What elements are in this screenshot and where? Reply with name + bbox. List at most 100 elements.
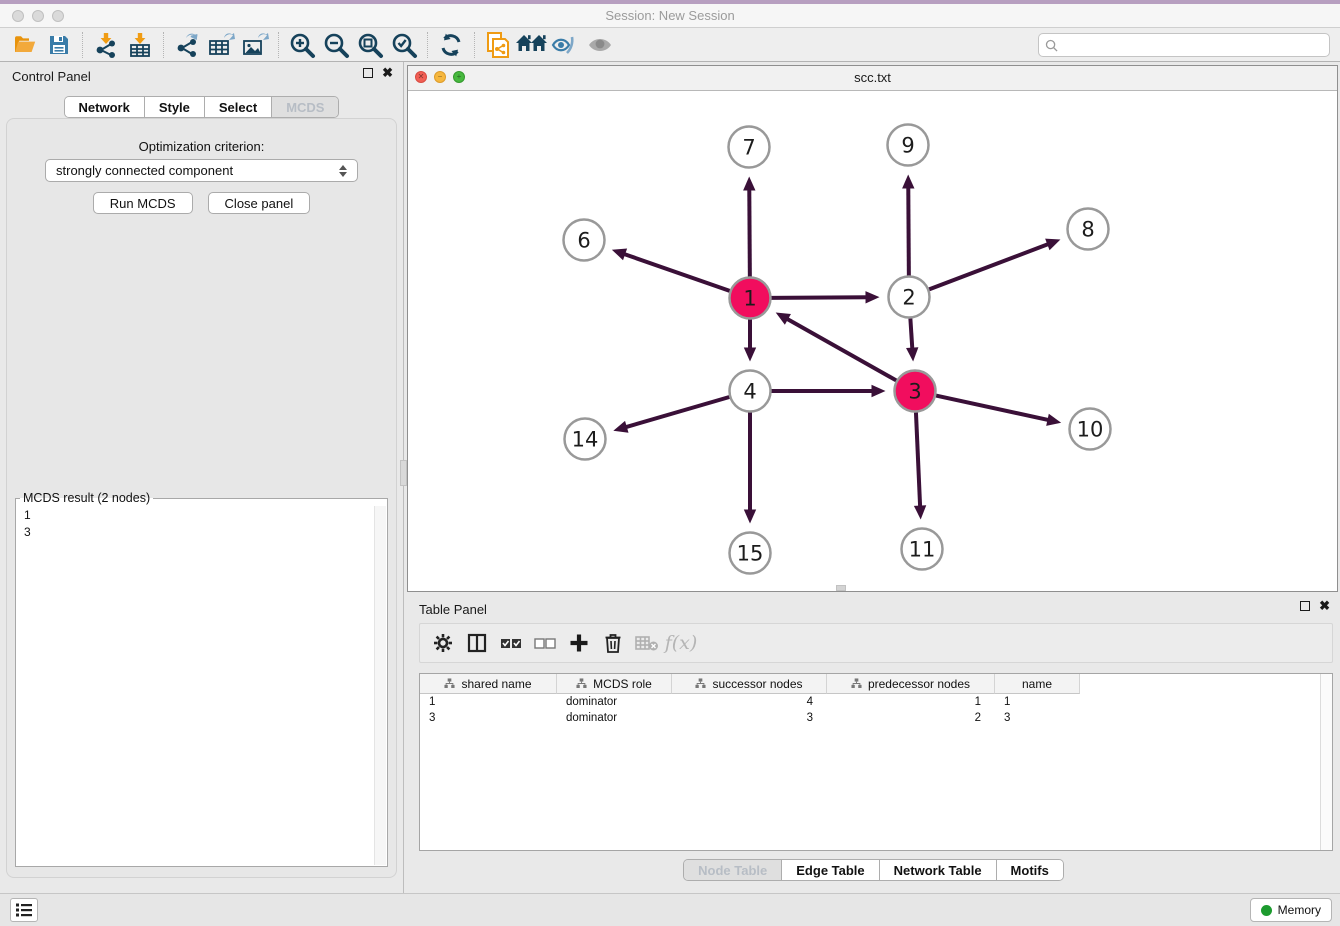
cell-MCDS-role[interactable]: dominator bbox=[557, 694, 672, 710]
zoom-in-button[interactable] bbox=[285, 30, 319, 60]
cell-predecessor-nodes[interactable]: 1 bbox=[827, 694, 995, 710]
search-input[interactable] bbox=[1063, 38, 1323, 52]
cell-name[interactable]: 3 bbox=[995, 710, 1080, 726]
fx-icon: f(x) bbox=[665, 632, 698, 654]
svg-text:11: 11 bbox=[909, 538, 936, 562]
column-header-shared-name[interactable]: shared name bbox=[420, 674, 557, 694]
export-table-button[interactable] bbox=[204, 30, 238, 60]
add-column-button[interactable] bbox=[564, 628, 594, 658]
cell-shared-name[interactable]: 1 bbox=[420, 694, 557, 710]
task-history-button[interactable] bbox=[10, 898, 38, 922]
open-session-button[interactable] bbox=[8, 30, 42, 60]
import-table-icon bbox=[127, 32, 153, 58]
memory-button[interactable]: Memory bbox=[1250, 898, 1332, 922]
graph-node-10[interactable]: 10 bbox=[1070, 409, 1111, 450]
zoom-out-button[interactable] bbox=[319, 30, 353, 60]
cell-predecessor-nodes[interactable]: 2 bbox=[827, 710, 995, 726]
home-button[interactable] bbox=[515, 30, 549, 60]
graph-node-6[interactable]: 6 bbox=[564, 220, 605, 261]
zoom-fit-button[interactable] bbox=[353, 30, 387, 60]
run-mcds-button[interactable]: Run MCDS bbox=[93, 192, 193, 214]
delete-column-button[interactable] bbox=[598, 628, 628, 658]
float-panel-icon[interactable] bbox=[1300, 601, 1310, 611]
graph-edge-4-14[interactable] bbox=[613, 397, 729, 433]
graph-edge-4-3[interactable] bbox=[772, 385, 886, 397]
zoom-selected-button[interactable] bbox=[387, 30, 421, 60]
table-scrollbar[interactable] bbox=[1320, 674, 1332, 850]
function-builder-button[interactable]: f(x) bbox=[666, 628, 696, 658]
tab-style[interactable]: Style bbox=[145, 97, 205, 117]
cell-successor-nodes[interactable]: 4 bbox=[672, 694, 827, 710]
delete-table-button[interactable] bbox=[632, 628, 662, 658]
clone-network-button[interactable] bbox=[481, 30, 515, 60]
graph-node-4[interactable]: 4 bbox=[730, 371, 771, 412]
cell-successor-nodes[interactable]: 3 bbox=[672, 710, 827, 726]
show-columns-button[interactable] bbox=[462, 628, 492, 658]
hide-details-button[interactable] bbox=[549, 30, 583, 60]
table-row[interactable]: 1dominator411 bbox=[420, 694, 1332, 710]
graph-edge-3-10[interactable] bbox=[936, 396, 1061, 426]
canvas-scroll-grip[interactable] bbox=[836, 585, 846, 591]
graph-edge-1-6[interactable] bbox=[612, 248, 730, 290]
toolbar-separator bbox=[278, 32, 279, 58]
control-panel: Control Panel ✖ NetworkStyleSelectMCDS O… bbox=[0, 62, 403, 893]
import-table-button[interactable] bbox=[123, 30, 157, 60]
export-image-button[interactable] bbox=[238, 30, 272, 60]
save-session-button[interactable] bbox=[42, 30, 76, 60]
graph-edge-3-11[interactable] bbox=[914, 412, 926, 519]
apply-layout-button[interactable] bbox=[434, 30, 468, 60]
tab-network[interactable]: Network bbox=[65, 97, 145, 117]
tree-icon bbox=[444, 678, 455, 689]
close-panel-button[interactable]: Close panel bbox=[208, 192, 311, 214]
graph-node-3[interactable]: 3 bbox=[895, 371, 936, 412]
two-checked-boxes-icon bbox=[499, 634, 523, 652]
result-scrollbar[interactable] bbox=[374, 506, 386, 865]
select-all-button[interactable] bbox=[496, 628, 526, 658]
graph-node-8[interactable]: 8 bbox=[1068, 209, 1109, 250]
graph-edge-1-7[interactable] bbox=[743, 176, 755, 276]
import-network-button[interactable] bbox=[89, 30, 123, 60]
graph-edge-2-9[interactable] bbox=[902, 174, 914, 275]
graph-edge-1-2[interactable] bbox=[771, 291, 879, 303]
show-details-button[interactable] bbox=[583, 30, 617, 60]
cell-MCDS-role[interactable]: dominator bbox=[557, 710, 672, 726]
cell-name[interactable]: 1 bbox=[995, 694, 1080, 710]
graph-node-9[interactable]: 9 bbox=[888, 125, 929, 166]
column-header-MCDS-role[interactable]: MCDS role bbox=[557, 674, 672, 694]
optimization-criterion-select[interactable]: strongly connected component bbox=[45, 159, 358, 182]
network-canvas[interactable]: 7 9 6 8 1 2 4 3 14 10 15 11 bbox=[408, 91, 1337, 591]
graph-edge-3-1[interactable] bbox=[776, 312, 897, 380]
cell-shared-name[interactable]: 3 bbox=[420, 710, 557, 726]
graph-node-15[interactable]: 15 bbox=[730, 533, 771, 574]
column-header-successor-nodes[interactable]: successor nodes bbox=[672, 674, 827, 694]
unselect-all-button[interactable] bbox=[530, 628, 560, 658]
tab-motifs[interactable]: Motifs bbox=[997, 860, 1063, 880]
export-network-button[interactable] bbox=[170, 30, 204, 60]
float-panel-icon[interactable] bbox=[363, 68, 373, 78]
svg-text:3: 3 bbox=[908, 380, 921, 404]
search-box[interactable] bbox=[1038, 33, 1330, 57]
tab-edge-table[interactable]: Edge Table bbox=[782, 860, 879, 880]
splitter-grip-icon[interactable] bbox=[400, 460, 407, 486]
graph-node-11[interactable]: 11 bbox=[902, 529, 943, 570]
tab-select[interactable]: Select bbox=[205, 97, 272, 117]
selected-option: strongly connected component bbox=[56, 163, 339, 178]
column-header-name[interactable]: name bbox=[995, 674, 1080, 694]
memory-label: Memory bbox=[1278, 903, 1321, 917]
column-header-predecessor-nodes[interactable]: predecessor nodes bbox=[827, 674, 995, 694]
table-settings-button[interactable] bbox=[428, 628, 458, 658]
graph-edge-1-4[interactable] bbox=[744, 320, 756, 362]
graph-node-7[interactable]: 7 bbox=[729, 127, 770, 168]
graph-node-2[interactable]: 2 bbox=[889, 277, 930, 318]
graph-node-1[interactable]: 1 bbox=[730, 278, 771, 319]
tab-network-table[interactable]: Network Table bbox=[880, 860, 997, 880]
tab-mcds[interactable]: MCDS bbox=[272, 97, 338, 117]
graph-edge-4-15[interactable] bbox=[744, 413, 756, 524]
close-panel-icon[interactable]: ✖ bbox=[1319, 601, 1330, 611]
graph-edge-2-8[interactable] bbox=[929, 239, 1060, 290]
graph-edge-2-3[interactable] bbox=[906, 318, 918, 361]
graph-node-14[interactable]: 14 bbox=[565, 419, 606, 460]
tab-node-table[interactable]: Node Table bbox=[684, 860, 782, 880]
table-row[interactable]: 3dominator323 bbox=[420, 710, 1332, 726]
close-panel-icon[interactable]: ✖ bbox=[382, 68, 393, 78]
